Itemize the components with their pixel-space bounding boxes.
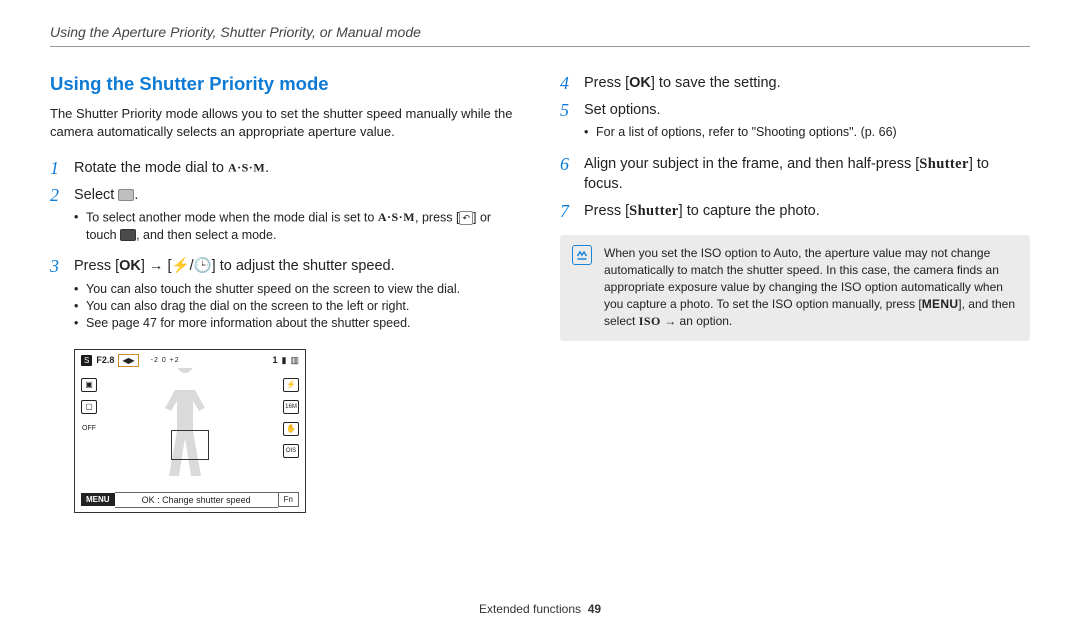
intro-paragraph: The Shutter Priority mode allows you to … xyxy=(50,105,520,142)
battery-icon: ▥ xyxy=(290,355,299,366)
flash-icon: ⚡ xyxy=(172,258,190,274)
manual-page: Using the Aperture Priority, Shutter Pri… xyxy=(0,0,1080,630)
step-body: Press [OK] → [⚡/🕒] to adjust the shutter… xyxy=(74,256,460,338)
iso-label: ISO xyxy=(639,314,661,328)
step-text-end: . xyxy=(265,160,269,176)
step-body: Align your subject in the frame, and the… xyxy=(584,154,1030,195)
shutter-dial-selector: ◀▶ xyxy=(118,354,138,367)
subject-silhouette-icon xyxy=(151,368,219,488)
breadcrumb: Using the Aperture Priority, Shutter Pri… xyxy=(50,24,1030,40)
step-text: Align your subject in the frame, and the… xyxy=(584,156,919,172)
note-segment: → an option. xyxy=(661,314,732,328)
focus-mode-icon: ▢ xyxy=(81,400,97,414)
step-number: 1 xyxy=(50,158,64,179)
menu-button-label: MENU xyxy=(922,297,959,311)
step-text-end: . xyxy=(134,187,138,203)
touch-mode-icon xyxy=(120,229,136,241)
step-4: 4 Press [OK] to save the setting. xyxy=(560,73,1030,94)
step-number: 3 xyxy=(50,256,64,277)
note-text: When you set the ISO option to Auto, the… xyxy=(604,245,1018,330)
focus-frame xyxy=(171,430,209,460)
mode-dial-asm-icon: A·S·M xyxy=(378,210,415,224)
fn-button-icon: Fn xyxy=(278,492,299,507)
aperture-value: F2.8 xyxy=(96,355,114,365)
step-5: 5 Set options. For a list of options, re… xyxy=(560,100,1030,148)
sub-item: You can also drag the dial on the screen… xyxy=(74,298,460,315)
sub-text: , press [ xyxy=(415,211,459,225)
step-number: 2 xyxy=(50,185,64,206)
top-rule xyxy=(50,46,1030,47)
step-body: Select . To select another mode when the… xyxy=(74,185,520,251)
camera-bottom-bar: MENU OK : Change shutter speed Fn xyxy=(81,492,299,508)
step-number: 4 xyxy=(560,73,574,94)
footer-section: Extended functions xyxy=(479,602,581,616)
step-6: 6 Align your subject in the frame, and t… xyxy=(560,154,1030,195)
camera-right-icons: ⚡ 16M ✋ OIS xyxy=(283,378,299,458)
left-column: Using the Shutter Priority mode The Shut… xyxy=(50,73,520,513)
camera-mode-badge: S xyxy=(81,355,92,366)
ok-button-label: OK xyxy=(119,258,141,274)
note-box: When you set the ISO option to Auto, the… xyxy=(560,235,1030,340)
page-footer: Extended functions 49 xyxy=(0,602,1080,616)
flash-off-icon: ⚡ xyxy=(283,378,299,392)
exposure-scale: -2 0 +2 xyxy=(151,357,180,364)
mode-select-icon xyxy=(118,189,134,201)
step-sublist: You can also touch the shutter speed on … xyxy=(74,281,460,333)
drive-mode-icon: ▣ xyxy=(81,378,97,392)
ok-button-label: OK xyxy=(629,75,651,91)
timer-icon: 🕒 xyxy=(194,258,212,274)
camera-left-icons: ▣ ▢ OFF xyxy=(81,378,97,436)
step-2: 2 Select . To select another mode when t… xyxy=(50,185,520,251)
step-text: ] to save the setting. xyxy=(651,75,781,91)
camera-topbar: S F2.8 ◀▶ -2 0 +2 1 ▮ ▥ xyxy=(81,354,299,367)
note-icon xyxy=(572,245,594,330)
step-text: Set options. xyxy=(584,102,661,118)
memory-card-icon: ▮ xyxy=(282,355,287,366)
stabilizer-icon: ✋ xyxy=(283,422,299,436)
step-text: Rotate the mode dial to xyxy=(74,160,228,176)
sub-item: For a list of options, refer to "Shootin… xyxy=(584,124,897,141)
two-column-layout: Using the Shutter Priority mode The Shut… xyxy=(50,73,1030,513)
step-text: Select xyxy=(74,187,118,203)
shots-remaining: 1 xyxy=(273,355,278,365)
step-text: Press [ xyxy=(584,75,629,91)
step-text: Press [ xyxy=(74,258,119,274)
shutter-button-label: Shutter xyxy=(919,156,969,172)
step-text: ] to capture the photo. xyxy=(679,203,820,219)
sub-text: To select another mode when the mode dia… xyxy=(86,211,378,225)
mode-dial-asm-icon: A·S·M xyxy=(228,160,265,174)
step-body: Press [Shutter] to capture the photo. xyxy=(584,201,820,222)
shutter-button-label: Shutter xyxy=(629,203,679,219)
step-body: Press [OK] to save the setting. xyxy=(584,73,781,94)
section-title: Using the Shutter Priority mode xyxy=(50,73,520,95)
step-sublist: For a list of options, refer to "Shootin… xyxy=(584,124,897,141)
step-body: Set options. For a list of options, refe… xyxy=(584,100,897,148)
step-text: Press [ xyxy=(584,203,629,219)
camera-screen-illustration: S F2.8 ◀▶ -2 0 +2 1 ▮ ▥ ▣ ▢ OFF ⚡ xyxy=(74,349,306,513)
off-label-icon: OFF xyxy=(81,422,97,436)
step-7: 7 Press [Shutter] to capture the photo. xyxy=(560,201,1030,222)
sub-text: , and then select a mode. xyxy=(136,228,276,242)
resolution-icon: 16M xyxy=(283,400,299,414)
sub-item: To select another mode when the mode dia… xyxy=(74,209,520,244)
right-column: 4 Press [OK] to save the setting. 5 Set … xyxy=(560,73,1030,513)
sub-item: See page 47 for more information about t… xyxy=(74,315,460,332)
step-body: Rotate the mode dial to A·S·M. xyxy=(74,158,269,179)
page-number: 49 xyxy=(588,602,601,616)
step-text: ] to adjust the shutter speed. xyxy=(212,258,395,274)
step-3: 3 Press [OK] → [⚡/🕒] to adjust the shutt… xyxy=(50,256,520,338)
sub-item: You can also touch the shutter speed on … xyxy=(74,281,460,298)
step-sublist: To select another mode when the mode dia… xyxy=(74,209,520,244)
step-text: ] → [ xyxy=(141,258,172,274)
back-button-icon: ↶ xyxy=(459,211,473,225)
step-number: 7 xyxy=(560,201,574,222)
ois-icon: OIS xyxy=(283,444,299,458)
camera-hint: OK : Change shutter speed xyxy=(115,492,278,508)
menu-button-icon: MENU xyxy=(81,493,115,506)
step-number: 6 xyxy=(560,154,574,175)
step-1: 1 Rotate the mode dial to A·S·M. xyxy=(50,158,520,179)
step-number: 5 xyxy=(560,100,574,121)
